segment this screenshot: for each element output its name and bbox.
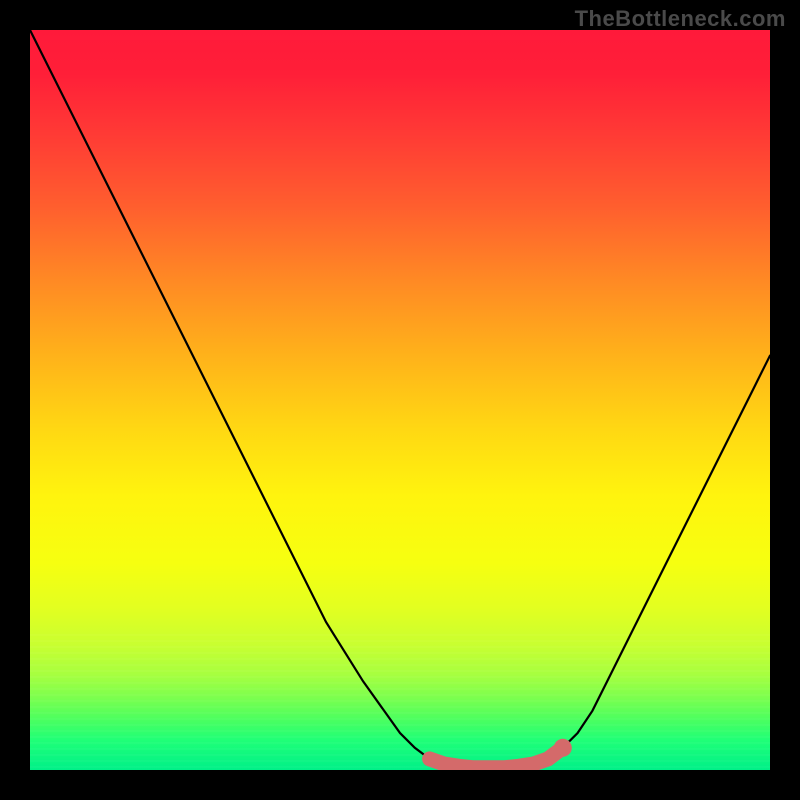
valley-highlight — [430, 748, 563, 768]
valley-end-dot — [554, 739, 572, 757]
chart-frame: TheBottleneck.com — [0, 0, 800, 800]
bottleneck-curve — [30, 30, 770, 768]
plot-area — [30, 30, 770, 770]
curve-svg — [30, 30, 770, 770]
watermark-text: TheBottleneck.com — [575, 6, 786, 32]
